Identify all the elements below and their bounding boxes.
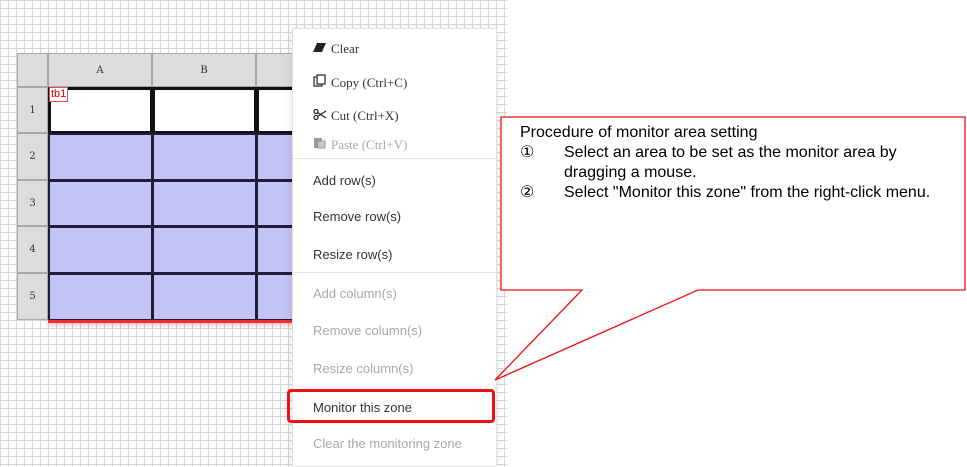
callout-text: Procedure of monitor area setting ① Sele… [520, 123, 960, 203]
cell-a4[interactable] [48, 226, 153, 274]
step-text: Select "Monitor this zone" from the righ… [564, 184, 931, 201]
menu-item-remove-rows[interactable]: Remove row(s) [313, 209, 401, 224]
menu-item-resize-columns[interactable]: Resize column(s) [313, 361, 413, 376]
menu-item-paste[interactable]: Paste (Ctrl+V) [313, 136, 407, 153]
menu-separator [293, 272, 496, 273]
menu-item-copy[interactable]: Copy (Ctrl+C) [313, 74, 407, 91]
menu-item-resize-rows[interactable]: Resize row(s) [313, 247, 392, 262]
column-header-a[interactable]: A [48, 53, 152, 87]
row-header-2[interactable]: 2 [17, 133, 48, 180]
table-bottom-border [48, 320, 308, 323]
scissors-icon [313, 108, 331, 124]
callout-title: Procedure of monitor area setting [520, 124, 758, 141]
menu-item-cut[interactable]: Cut (Ctrl+X) [313, 108, 399, 124]
row-header-3[interactable]: 3 [17, 180, 48, 226]
cell-a5[interactable] [48, 273, 153, 321]
copy-icon [313, 74, 331, 91]
menu-item-label: Clear [331, 41, 360, 56]
menu-separator [293, 158, 496, 159]
menu-item-remove-columns[interactable]: Remove column(s) [313, 323, 422, 338]
monitor-zone-highlight [287, 389, 495, 423]
table-tag: tb1 [49, 87, 69, 102]
cell-b5[interactable] [152, 273, 257, 321]
menu-item-clear[interactable]: Clear [313, 41, 359, 57]
menu-item-add-rows[interactable]: Add row(s) [313, 173, 376, 188]
step-number: ② [520, 184, 535, 201]
menu-item-clear-monitoring[interactable]: Clear the monitoring zone [313, 436, 462, 451]
callout-step-2: ② Select "Monitor this zone" from the ri… [520, 183, 960, 203]
row-header-1[interactable]: 1 [17, 87, 48, 133]
row-header-5[interactable]: 5 [17, 273, 48, 320]
row-header-4[interactable]: 4 [17, 226, 48, 273]
menu-item-label: Cut (Ctrl+X) [331, 108, 399, 123]
cell-b4[interactable] [152, 226, 257, 274]
eraser-icon [313, 41, 331, 57]
cell-b2[interactable] [152, 133, 257, 181]
step-number: ① [520, 144, 535, 161]
cell-a3[interactable] [48, 180, 153, 227]
cell-a2[interactable] [48, 133, 153, 181]
cell-b3[interactable] [152, 180, 257, 227]
menu-item-label: Paste (Ctrl+V) [331, 137, 408, 152]
menu-item-label: Copy (Ctrl+C) [331, 75, 408, 90]
callout-step-1: ① Select an area to be set as the monito… [520, 143, 960, 183]
sheet-corner [17, 53, 48, 87]
menu-item-add-columns[interactable]: Add column(s) [313, 286, 397, 301]
column-header-b[interactable]: B [152, 53, 256, 87]
step-text: Select an area to be set as the monitor … [564, 144, 897, 181]
cell-b1[interactable] [152, 87, 257, 134]
paste-icon [313, 136, 331, 153]
